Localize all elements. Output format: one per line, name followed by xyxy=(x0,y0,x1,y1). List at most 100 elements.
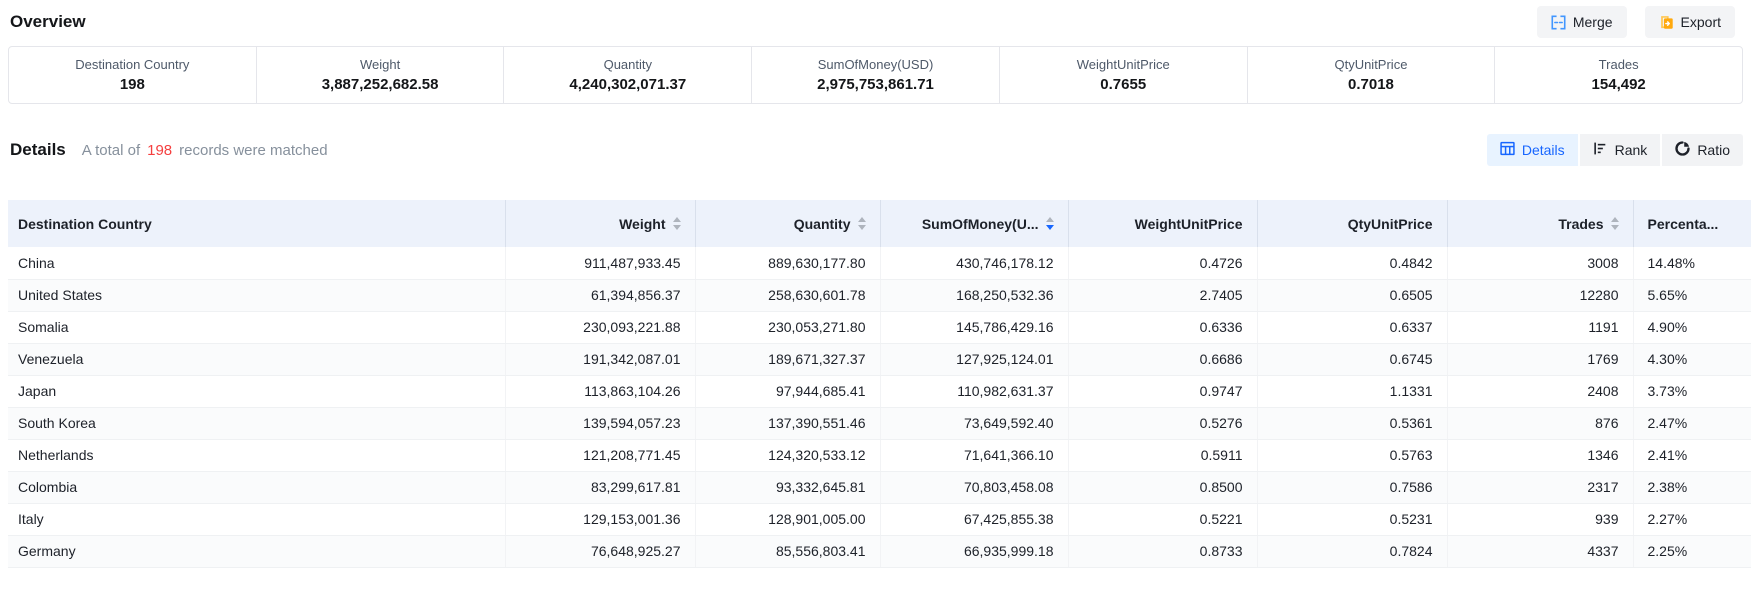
value-cell: 876 xyxy=(1447,407,1633,439)
country-cell: Netherlands xyxy=(8,439,505,471)
country-cell: Italy xyxy=(8,503,505,535)
stat-label: Weight xyxy=(360,57,400,72)
value-cell: 168,250,532.36 xyxy=(880,279,1068,311)
column-header-percenta: Percenta... xyxy=(1633,200,1751,247)
stat-cell: Trades154,492 xyxy=(1495,47,1742,103)
column-header-qtyunitprice: QtyUnitPrice xyxy=(1257,200,1447,247)
table-row: United States61,394,856.37258,630,601.78… xyxy=(8,279,1751,311)
table-header-row: Destination Country WeightQuantitySumOfMo… xyxy=(8,200,1751,247)
value-cell: 127,925,124.01 xyxy=(880,343,1068,375)
view-button-label: Details xyxy=(1522,142,1565,158)
value-cell: 110,982,631.37 xyxy=(880,375,1068,407)
value-cell: 230,053,271.80 xyxy=(695,311,880,343)
value-cell: 1191 xyxy=(1447,311,1633,343)
value-cell: 2.27% xyxy=(1633,503,1751,535)
column-header-weight[interactable]: Weight xyxy=(505,200,695,247)
value-cell: 0.5361 xyxy=(1257,407,1447,439)
value-cell: 0.6745 xyxy=(1257,343,1447,375)
value-cell: 2.38% xyxy=(1633,471,1751,503)
value-cell: 4337 xyxy=(1447,535,1633,567)
value-cell: 0.7586 xyxy=(1257,471,1447,503)
value-cell: 3008 xyxy=(1447,247,1633,279)
column-label: QtyUnitPrice xyxy=(1348,216,1433,232)
value-cell: 61,394,856.37 xyxy=(505,279,695,311)
page-title: Overview xyxy=(10,12,86,32)
overview-stats-card: Destination Country198Weight3,887,252,68… xyxy=(8,46,1743,104)
value-cell: 0.5911 xyxy=(1068,439,1257,471)
stat-value: 198 xyxy=(120,76,145,93)
table-row: Netherlands121,208,771.45124,320,533.127… xyxy=(8,439,1751,471)
sort-carets-icon[interactable] xyxy=(1046,217,1054,230)
view-button-label: Ratio xyxy=(1697,142,1730,158)
stat-cell: Destination Country198 xyxy=(9,47,257,103)
sort-carets-icon[interactable] xyxy=(673,217,681,230)
table-grid-icon xyxy=(1500,141,1515,159)
export-button[interactable]: Export xyxy=(1645,6,1735,38)
value-cell: 67,425,855.38 xyxy=(880,503,1068,535)
value-cell: 911,487,933.45 xyxy=(505,247,695,279)
column-label: WeightUnitPrice xyxy=(1135,216,1243,232)
value-cell: 85,556,803.41 xyxy=(695,535,880,567)
merge-button[interactable]: Merge xyxy=(1537,6,1627,38)
sort-carets-icon[interactable] xyxy=(858,217,866,230)
stat-cell: WeightUnitPrice0.7655 xyxy=(1000,47,1248,103)
table-row: South Korea139,594,057.23137,390,551.467… xyxy=(8,407,1751,439)
value-cell: 2.7405 xyxy=(1068,279,1257,311)
column-header-quantity[interactable]: Quantity xyxy=(695,200,880,247)
value-cell: 145,786,429.16 xyxy=(880,311,1068,343)
value-cell: 430,746,178.12 xyxy=(880,247,1068,279)
value-cell: 191,342,087.01 xyxy=(505,343,695,375)
value-cell: 4.90% xyxy=(1633,311,1751,343)
stat-value: 0.7655 xyxy=(1100,76,1146,93)
value-cell: 1346 xyxy=(1447,439,1633,471)
value-cell: 2.41% xyxy=(1633,439,1751,471)
view-button-details[interactable]: Details xyxy=(1487,134,1578,166)
value-cell: 14.48% xyxy=(1633,247,1751,279)
top-bar: Overview Merge Export xyxy=(0,0,1751,44)
table-row: China911,487,933.45889,630,177.80430,746… xyxy=(8,247,1751,279)
stat-label: QtyUnitPrice xyxy=(1334,57,1407,72)
column-header-weightunitprice: WeightUnitPrice xyxy=(1068,200,1257,247)
value-cell: 3.73% xyxy=(1633,375,1751,407)
value-cell: 12280 xyxy=(1447,279,1633,311)
details-table-wrap: Destination Country WeightQuantitySumOfMo… xyxy=(8,200,1751,568)
view-button-rank[interactable]: Rank xyxy=(1580,134,1661,166)
value-cell: 71,641,366.10 xyxy=(880,439,1068,471)
details-bar: Details A total of198records were matche… xyxy=(10,134,1743,166)
view-switch-group: Details Rank Ratio xyxy=(1487,134,1743,166)
value-cell: 0.5231 xyxy=(1257,503,1447,535)
value-cell: 93,332,645.81 xyxy=(695,471,880,503)
view-button-ratio[interactable]: Ratio xyxy=(1662,134,1743,166)
value-cell: 0.6336 xyxy=(1068,311,1257,343)
caret-down-icon xyxy=(858,225,866,230)
view-button-label: Rank xyxy=(1615,142,1648,158)
export-file-icon xyxy=(1659,15,1674,30)
stat-label: SumOfMoney(USD) xyxy=(818,57,934,72)
table-row: Colombia83,299,617.8193,332,645.8170,803… xyxy=(8,471,1751,503)
table-row: Japan113,863,104.2697,944,685.41110,982,… xyxy=(8,375,1751,407)
stat-value: 2,975,753,861.71 xyxy=(817,76,934,93)
summary-suffix: records were matched xyxy=(179,142,327,159)
stat-value: 4,240,302,071.37 xyxy=(569,76,686,93)
value-cell: 73,649,592.40 xyxy=(880,407,1068,439)
stat-cell: Quantity4,240,302,071.37 xyxy=(504,47,752,103)
value-cell: 139,594,057.23 xyxy=(505,407,695,439)
details-title: Details xyxy=(10,140,66,160)
value-cell: 0.9747 xyxy=(1068,375,1257,407)
column-header-trades[interactable]: Trades xyxy=(1447,200,1633,247)
value-cell: 1769 xyxy=(1447,343,1633,375)
value-cell: 70,803,458.08 xyxy=(880,471,1068,503)
table-row: Germany76,648,925.2785,556,803.4166,935,… xyxy=(8,535,1751,567)
stat-value: 154,492 xyxy=(1592,76,1646,93)
country-cell: Somalia xyxy=(8,311,505,343)
column-header-sumofmoney-u[interactable]: SumOfMoney(U... xyxy=(880,200,1068,247)
value-cell: 0.5221 xyxy=(1068,503,1257,535)
column-label: Destination Country xyxy=(18,216,152,232)
rank-bars-icon xyxy=(1593,141,1608,159)
country-cell: United States xyxy=(8,279,505,311)
country-cell: South Korea xyxy=(8,407,505,439)
sort-carets-icon[interactable] xyxy=(1611,217,1619,230)
value-cell: 5.65% xyxy=(1633,279,1751,311)
value-cell: 189,671,327.37 xyxy=(695,343,880,375)
value-cell: 0.4842 xyxy=(1257,247,1447,279)
